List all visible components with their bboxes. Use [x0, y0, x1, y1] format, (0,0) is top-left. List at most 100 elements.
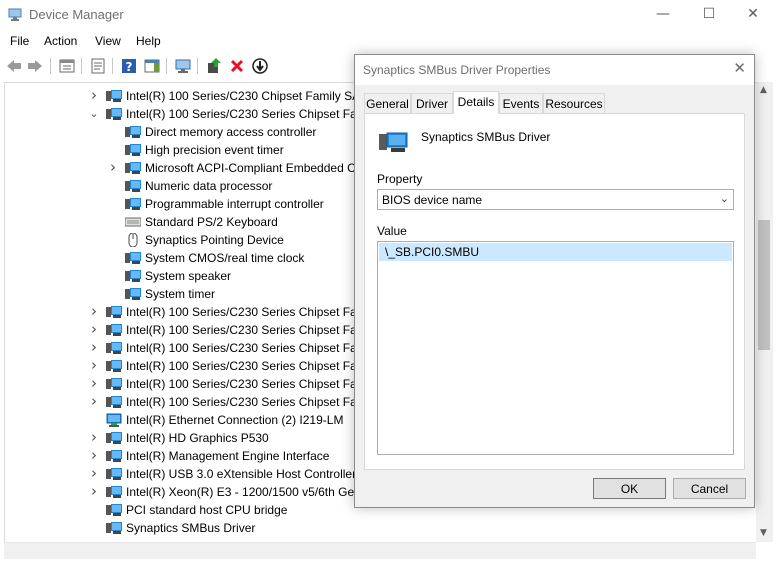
menu-bar: File Action View Help [0, 30, 776, 52]
dialog-close-button[interactable]: ✕ [733, 59, 746, 77]
minimize-button[interactable]: — [640, 0, 686, 30]
help-icon[interactable]: ? [120, 57, 138, 75]
update-driver-icon[interactable] [205, 57, 223, 75]
window-titlebar: Device Manager — ☐ ✕ [0, 0, 776, 30]
tab-general[interactable]: General [364, 93, 411, 113]
chevron-right-icon[interactable]: › [89, 392, 99, 410]
chipset-device-icon [106, 486, 122, 498]
menu-help[interactable]: Help [136, 34, 161, 48]
property-dropdown[interactable]: BIOS device name ⌄ [377, 189, 734, 210]
back-arrow-icon[interactable] [5, 57, 23, 75]
tree-row-label: Intel(R) 100 Series/C230 Series Chipset … [126, 305, 373, 319]
system-device-icon [125, 162, 141, 174]
chipset-device-icon [106, 378, 122, 390]
toolbar-separator [112, 58, 113, 74]
toolbar-separator [50, 58, 51, 74]
tree-row-label: Intel(R) 100 Series/C230 Chipset Family … [126, 89, 374, 103]
chipset-device-icon [106, 108, 122, 120]
action-pane-icon[interactable] [143, 57, 161, 75]
tree-row-label: System timer [145, 287, 216, 301]
value-label: Value [377, 224, 407, 238]
scan-hardware-icon[interactable] [174, 57, 192, 75]
chevron-right-icon[interactable]: › [89, 356, 99, 374]
ok-button[interactable]: OK [593, 478, 666, 499]
view-list-icon[interactable] [58, 57, 76, 75]
disable-device-icon[interactable] [251, 57, 269, 75]
value-list-item[interactable]: \_SB.PCI0.SMBU [379, 243, 732, 261]
details-tab-page: Synaptics SMBus Driver Property BIOS dev… [364, 113, 745, 470]
toolbar-separator [81, 58, 82, 74]
maximize-button[interactable]: ☐ [686, 0, 732, 30]
tab-details[interactable]: Details [453, 91, 499, 114]
menu-file[interactable]: File [10, 34, 29, 48]
chevron-right-icon[interactable]: › [89, 374, 99, 392]
tree-row-label: Synaptics SMBus Driver [126, 521, 256, 535]
menu-view[interactable]: View [95, 34, 121, 48]
chevron-right-icon[interactable]: › [108, 158, 118, 176]
system-device-icon [125, 180, 141, 192]
chipset-device-icon [106, 450, 122, 462]
vertical-scroll-thumb[interactable] [758, 220, 770, 350]
properties-icon[interactable] [89, 57, 107, 75]
chevron-right-icon[interactable]: › [89, 86, 99, 104]
network-adapter-icon [106, 413, 122, 427]
tree-row-label: System CMOS/real time clock [145, 251, 305, 265]
property-selected-value: BIOS device name [382, 193, 483, 207]
tab-resources[interactable]: Resources [543, 93, 605, 113]
system-device-icon [125, 288, 141, 300]
chevron-down-icon[interactable]: ⌄ [89, 107, 99, 121]
keyboard-icon [125, 217, 141, 227]
chipset-device-icon [106, 468, 122, 480]
property-label: Property [377, 172, 423, 186]
system-device-icon [125, 270, 141, 282]
svg-text:?: ? [126, 60, 133, 74]
cancel-button[interactable]: Cancel [673, 478, 746, 499]
mouse-icon [128, 233, 138, 247]
chevron-right-icon[interactable]: › [89, 302, 99, 320]
close-window-button[interactable]: ✕ [730, 0, 776, 30]
chevron-right-icon[interactable]: › [89, 464, 99, 482]
tree-row-label: Intel(R) HD Graphics P530 [126, 431, 269, 445]
tree-row-label: Intel(R) 100 Series/C230 Series Chipset … [126, 359, 373, 373]
dialog-titlebar: Synaptics SMBus Driver Properties ✕ [355, 55, 754, 85]
chipset-device-icon [106, 432, 122, 444]
value-text: \_SB.PCI0.SMBU [385, 245, 480, 259]
tree-row-label: Intel(R) Xeon(R) E3 - 1200/1500 v5/6th G… [126, 485, 368, 499]
tree-row-label: Intel(R) USB 3.0 eXtensible Host Control… [126, 467, 364, 481]
uninstall-device-icon[interactable] [228, 57, 246, 75]
tree-row-label: High precision event timer [145, 143, 284, 157]
tree-row-label: Intel(R) 100 Series/C230 Series Chipset … [126, 377, 373, 391]
chipset-device-icon [106, 396, 122, 408]
scroll-up-arrow-icon[interactable]: ▲ [760, 85, 767, 95]
chipset-device-icon [106, 342, 122, 354]
device-icon [379, 132, 408, 152]
chevron-right-icon[interactable]: › [89, 338, 99, 356]
tree-row-label: Synaptics Pointing Device [145, 233, 284, 247]
tree-row-label: Numeric data processor [145, 179, 273, 193]
tree-row-label: Programmable interrupt controller [145, 197, 324, 211]
forward-arrow-icon[interactable] [26, 57, 44, 75]
tree-row-label: Intel(R) Ethernet Connection (2) I219-LM [126, 413, 344, 427]
chevron-right-icon[interactable]: › [89, 446, 99, 464]
tab-events[interactable]: Events [499, 93, 543, 113]
tree-row-label: Microsoft ACPI-Compliant Embedded C [145, 161, 356, 175]
value-list[interactable]: \_SB.PCI0.SMBU [377, 241, 734, 455]
chevron-right-icon[interactable]: › [89, 320, 99, 338]
device-name: Synaptics SMBus Driver [421, 130, 551, 144]
tree-row-label: Intel(R) 100 Series/C230 Series Chipset … [126, 323, 373, 337]
chevron-right-icon[interactable]: › [89, 428, 99, 446]
dialog-title: Synaptics SMBus Driver Properties [363, 63, 551, 77]
tab-driver[interactable]: Driver [411, 93, 453, 113]
chipset-device-icon [106, 504, 122, 516]
chipset-device-icon [106, 90, 122, 102]
chevron-right-icon[interactable]: › [89, 482, 99, 500]
chipset-device-icon [106, 306, 122, 318]
tree-row-label: PCI standard host CPU bridge [126, 503, 288, 517]
chevron-down-icon: ⌄ [719, 192, 729, 205]
tree-row-label: System speaker [145, 269, 232, 283]
scroll-down-arrow-icon[interactable]: ▼ [760, 528, 767, 538]
menu-action[interactable]: Action [44, 34, 77, 48]
vertical-scrollbar[interactable]: ▲ ▼ [756, 82, 773, 542]
tree-row[interactable]: Synaptics SMBus Driver [5, 519, 756, 537]
horizontal-scrollbar[interactable] [4, 542, 756, 559]
